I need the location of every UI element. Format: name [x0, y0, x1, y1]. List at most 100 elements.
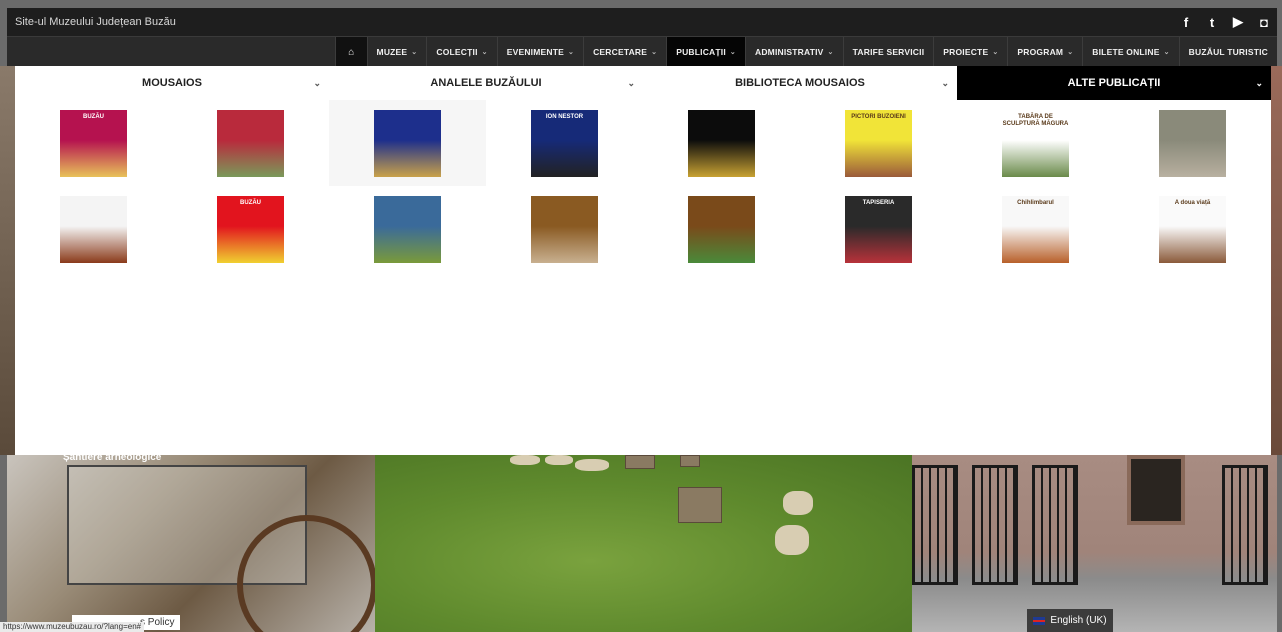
book-cover-image: BUZĂU [60, 109, 127, 177]
tab-mousaios[interactable]: MOUSAIOS ⌄ [15, 66, 329, 100]
tab-analele-buzăului[interactable]: ANALELE BUZĂULUI ⌄ [329, 66, 643, 100]
nav-item-label: MUZEE [376, 47, 408, 57]
book-cover-link[interactable]: A doua viață [1114, 186, 1271, 272]
tab-alte-publicații[interactable]: ALTE PUBLICAȚII ⌄ [957, 66, 1271, 100]
chevron-down-icon: ⌄ [992, 49, 999, 56]
nav-item-colecții[interactable]: COLECȚII ⌄ [426, 37, 496, 67]
tab-label: MOUSAIOS [142, 77, 202, 89]
stone [783, 491, 813, 515]
book-cover-link[interactable] [15, 186, 172, 272]
book-title: BUZĂU [240, 199, 261, 206]
photo-museum-entrance[interactable]: English (UK) [912, 455, 1277, 632]
book-cover-link[interactable]: TAPISERIA [800, 186, 957, 272]
nav-item-tarife-servicii[interactable]: TARIFE SERVICII [842, 37, 934, 67]
chevron-down-icon: ⌄ [313, 77, 321, 88]
youtube-icon[interactable]: ▶ [1225, 8, 1251, 36]
book-cover-link[interactable] [643, 100, 800, 186]
gate [972, 465, 1018, 585]
book-cover-link[interactable]: BUZĂU [172, 186, 329, 272]
nav-item-evenimente[interactable]: EVENIMENTE ⌄ [496, 37, 583, 67]
gate [1222, 465, 1268, 585]
tab-label: BIBLIOTECA MOUSAIOS [735, 77, 865, 89]
stone [575, 459, 609, 471]
book-cover-image: TABĂRA DE SCULPTURĂ MĂGURA [1002, 109, 1069, 177]
nav-item-program[interactable]: PROGRAM ⌄ [1007, 37, 1082, 67]
language-switcher[interactable]: English (UK) [1027, 609, 1113, 632]
chevron-down-icon: ⌄ [481, 49, 488, 56]
book-title: TABĂRA DE SCULPTURĂ MĂGURA [1002, 113, 1069, 127]
instagram-icon[interactable]: ◘ [1251, 8, 1277, 36]
photo-archaeology[interactable]: Șantiere arheologice s Policy [7, 452, 377, 632]
book-cover-image [217, 109, 284, 177]
facebook-icon[interactable]: f [1173, 8, 1199, 36]
book-cover-link[interactable] [329, 186, 486, 272]
book-cover-image [374, 195, 441, 263]
book-cover-link[interactable]: TABĂRA DE SCULPTURĂ MĂGURA [957, 100, 1114, 186]
chevron-down-icon: ⌄ [567, 49, 575, 56]
status-bar-url: https://www.muzeubuzau.ro/?lang=en# [0, 622, 145, 632]
site-title[interactable]: Site-ul Muzeului Județean Buzău [15, 16, 176, 28]
book-cover-link[interactable] [1114, 100, 1271, 186]
tab-label: ANALELE BUZĂULUI [430, 77, 542, 89]
nav-item-label: PROIECTE [943, 47, 989, 57]
book-title: Chihlimbarul [1017, 199, 1054, 206]
book-cover-link[interactable]: PICTORI BUZOIENI [800, 100, 957, 186]
chevron-down-icon: ⌄ [1163, 49, 1170, 56]
nav-item-muzee[interactable]: MUZEE ⌄ [366, 37, 427, 67]
book-cover-link[interactable] [643, 186, 800, 272]
book-title: BUZĂU [83, 113, 104, 120]
book-cover-image [688, 195, 755, 263]
nav-item-label: ADMINISTRATIV [754, 47, 824, 57]
home-icon[interactable]: ⌂ [335, 37, 367, 67]
book-title: A doua viață [1174, 199, 1211, 206]
chevron-down-icon: ⌄ [827, 49, 834, 56]
book-cover-link[interactable] [172, 100, 329, 186]
chevron-down-icon: ⌄ [729, 49, 736, 56]
twitter-icon[interactable]: t [1199, 8, 1225, 36]
nav-item-label: BUZĂUL TURISTIC [1188, 47, 1268, 57]
background-photo-left-edge [0, 66, 15, 455]
publications-mega-menu: MOUSAIOS ⌄ ANALELE BUZĂULUI ⌄ BIBLIOTECA MOU… [15, 66, 1271, 455]
top-bar: Site-ul Muzeului Județean Buzău f t ▶ ◘ [7, 8, 1277, 36]
tab-biblioteca-mousaios[interactable]: BIBLIOTECA MOUSAIOS ⌄ [643, 66, 957, 100]
book-cover-image: ION NESTOR [531, 109, 598, 177]
nav-item-label: TARIFE SERVICII [852, 47, 925, 57]
book-cover-image [688, 109, 755, 177]
book-cover-image: Chihlimbarul [1002, 195, 1069, 263]
language-label: English (UK) [1050, 615, 1107, 626]
hut [625, 455, 655, 469]
book-cover-image [60, 195, 127, 263]
book-cover-image [531, 195, 598, 263]
book-title: ION NESTOR [545, 113, 584, 120]
book-cover-link[interactable]: ION NESTOR [486, 100, 643, 186]
book-cover-link[interactable] [329, 100, 486, 186]
hut [680, 455, 700, 467]
nav-item-proiecte[interactable]: PROIECTE ⌄ [933, 37, 1007, 67]
gate [912, 465, 958, 585]
nav-item-buzăul-turistic[interactable]: BUZĂUL TURISTIC [1178, 37, 1277, 67]
gate [1032, 465, 1078, 585]
book-cover-image: PICTORI BUZOIENI [845, 109, 912, 177]
book-cover-link[interactable] [486, 186, 643, 272]
nav-item-administrativ[interactable]: ADMINISTRATIV ⌄ [744, 37, 843, 67]
book-cover-link[interactable]: Chihlimbarul [957, 186, 1114, 272]
uk-flag-icon [1033, 616, 1046, 625]
nav-item-bilete-online[interactable]: BILETE ONLINE ⌄ [1082, 37, 1178, 67]
nav-item-publicații[interactable]: PUBLICAȚII ⌄ [666, 37, 745, 67]
nav-item-label: COLECȚII [436, 47, 478, 57]
book-cover-image [374, 109, 441, 177]
book-cover-image: BUZĂU [217, 195, 284, 263]
hut [678, 487, 722, 523]
museum-door [1127, 455, 1185, 525]
nav-item-label: BILETE ONLINE [1092, 47, 1160, 57]
social-links: f t ▶ ◘ [1173, 8, 1277, 36]
nav-item-label: EVENIMENTE [506, 47, 564, 57]
stone [775, 525, 809, 555]
background-photo-right-edge [1271, 66, 1282, 455]
book-cover-link[interactable]: BUZĂU [15, 100, 172, 186]
tab-label: ALTE PUBLICAȚII [1067, 77, 1161, 89]
publication-tabs: MOUSAIOS ⌄ ANALELE BUZĂULUI ⌄ BIBLIOTECA MOU… [15, 66, 1271, 100]
main-nav: ⌂ MUZEE ⌄ COLECȚII ⌄ EVENIMENTE ⌄ CERCETARE ⌄ PU… [7, 36, 1277, 67]
nav-item-cercetare[interactable]: CERCETARE ⌄ [583, 37, 666, 67]
photo-aerial-field[interactable] [375, 455, 912, 632]
